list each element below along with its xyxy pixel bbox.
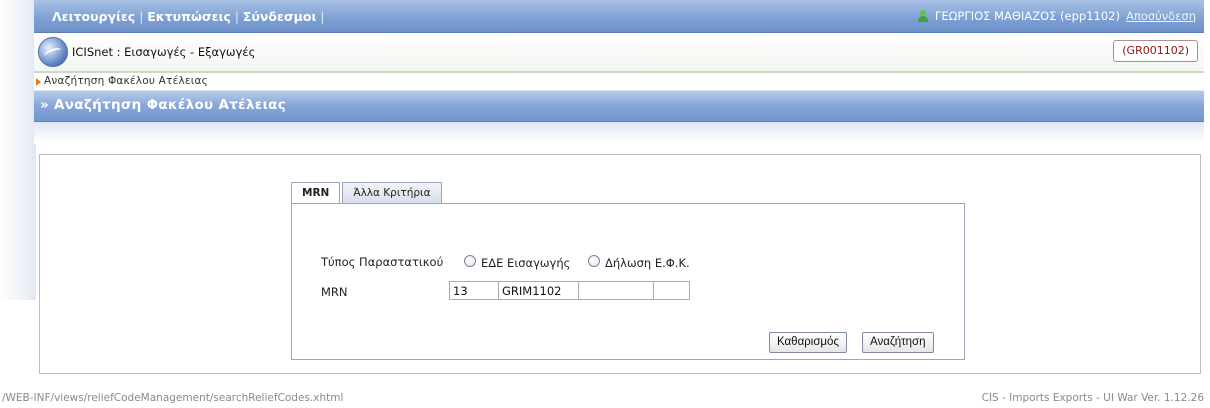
page-title: » Αναζήτηση Φακέλου Ατέλειας	[40, 97, 287, 113]
search-button[interactable]: Αναζήτηση	[862, 332, 934, 353]
left-edge-shadow	[0, 0, 36, 300]
menu-separator: |	[139, 9, 144, 24]
mrn-year-input[interactable]	[449, 281, 499, 300]
user-area: ΓΕΩΡΓΙΟΣ ΜΑΘΙΑΖΟΣ (epp1102) Αποσύνδεση	[917, 9, 1196, 23]
tab-other-criteria[interactable]: Άλλα Κριτήρια	[342, 182, 442, 203]
search-panel: MRN Άλλα Κριτήρια Τύπος Παραστατικού ΕΔΕ…	[39, 154, 1201, 374]
footer-version: CIS - Imports Exports - UI War Ver. 1.12…	[981, 392, 1204, 404]
office-code-badge: (GR001102)	[1113, 40, 1198, 62]
radio-efk-declaration[interactable]	[588, 255, 600, 267]
radio-import-ede[interactable]	[464, 255, 476, 267]
mrn-label: MRN	[321, 285, 348, 299]
search-tabs: MRN Άλλα Κριτήρια	[291, 182, 444, 205]
icisnet-logo-icon	[38, 37, 68, 67]
mrn-part4-input[interactable]	[653, 281, 690, 300]
app-header: ICISnet : Εισαγωγές - Εξαγωγές (GR001102…	[34, 33, 1204, 73]
breadcrumb: Αναζήτηση Φακέλου Ατέλειας	[34, 73, 1204, 91]
app-title: ICISnet : Εισαγωγές - Εξαγωγές	[72, 45, 256, 59]
footer-view-path: /WEB-INF/views/reliefCodeManagement/sear…	[2, 392, 344, 404]
app-frame: Λειτουργίες | Εκτυπώσεις | Σύνδεσμοι | Γ…	[34, 0, 1204, 385]
radio-efk-declaration-label: Δήλωση Ε.Φ.Κ.	[605, 256, 690, 270]
user-name: ΓΕΩΡΓΙΟΣ ΜΑΘΙΑΖΟΣ (epp1102)	[934, 9, 1120, 23]
breadcrumb-arrow-icon	[36, 78, 41, 86]
title-bar-shadow	[34, 122, 1204, 144]
mrn-office-input[interactable]	[498, 281, 579, 300]
menu-item-prints[interactable]: Εκτυπώσεις	[147, 9, 231, 24]
breadcrumb-item: Αναζήτηση Φακέλου Ατέλειας	[44, 75, 208, 87]
page-title-bar: » Αναζήτηση Φακέλου Ατέλειας	[34, 91, 1204, 122]
radio-import-ede-label: ΕΔΕ Εισαγωγής	[481, 256, 571, 270]
user-icon	[917, 10, 929, 22]
top-menu-bar: Λειτουργίες | Εκτυπώσεις | Σύνδεσμοι | Γ…	[34, 0, 1204, 33]
mrn-search-form: Τύπος Παραστατικού ΕΔΕ Εισαγωγής Δήλωση …	[291, 203, 965, 360]
menu-separator: |	[234, 9, 239, 24]
menu-separator: |	[320, 9, 325, 24]
menu-item-operations[interactable]: Λειτουργίες	[52, 9, 135, 24]
main-menu: Λειτουργίες | Εκτυπώσεις | Σύνδεσμοι |	[52, 9, 328, 24]
doc-type-label: Τύπος Παραστατικού	[321, 255, 444, 269]
clear-button[interactable]: Καθαρισμός	[769, 332, 847, 353]
logout-link[interactable]: Αποσύνδεση	[1126, 9, 1196, 23]
menu-item-links[interactable]: Σύνδεσμοι	[243, 9, 316, 24]
tab-mrn[interactable]: MRN	[291, 182, 341, 205]
mrn-part3-input[interactable]	[578, 281, 654, 300]
